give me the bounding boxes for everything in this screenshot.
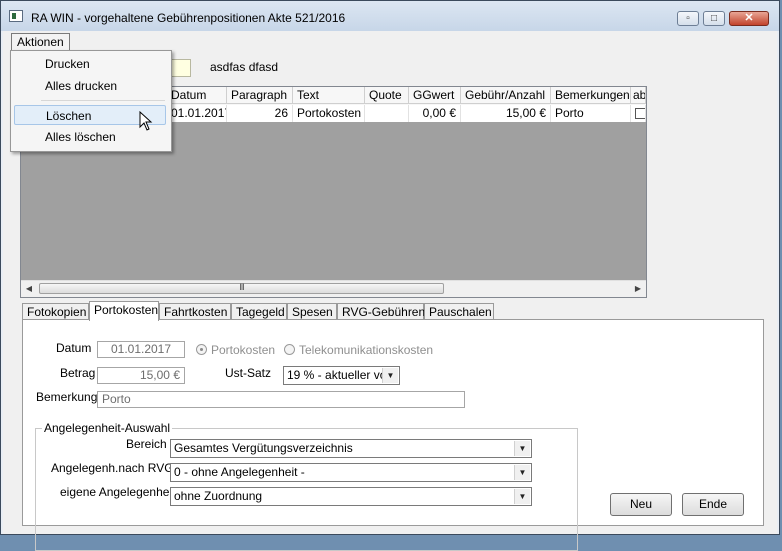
chevron-down-icon: ▼ bbox=[514, 465, 530, 480]
chevron-down-icon: ▼ bbox=[382, 368, 398, 383]
close-button[interactable]: ✕ bbox=[729, 11, 769, 26]
bereich-select[interactable]: Gesamtes Vergütungsverzeichnis ▼ bbox=[170, 439, 532, 458]
col-header-bemerkungen[interactable]: Bemerkungen bbox=[551, 87, 631, 104]
mouse-cursor-icon bbox=[139, 111, 153, 131]
chevron-down-icon: ▼ bbox=[514, 441, 530, 456]
cell-paragraph: 26 bbox=[227, 105, 293, 122]
ab-checkbox[interactable] bbox=[635, 108, 645, 119]
col-header-gebuehr[interactable]: Gebühr/Anzahl bbox=[461, 87, 551, 104]
scroll-right-icon[interactable]: ▶ bbox=[630, 281, 646, 297]
ust-satz-select[interactable]: 19 % - aktueller volle ▼ bbox=[283, 366, 400, 385]
cell-quote bbox=[365, 105, 409, 122]
scrollbar-thumb[interactable]: III bbox=[39, 282, 444, 294]
cell-gebuehr: 15,00 € bbox=[461, 105, 551, 122]
eigene-value: ohne Zuordnung bbox=[174, 489, 263, 503]
scrollbar-grip: III bbox=[239, 282, 245, 292]
menu-item-drucken[interactable]: Drucken bbox=[14, 54, 166, 74]
col-header-ggwert[interactable]: GGwert bbox=[409, 87, 461, 104]
betrag-field[interactable]: 15,00 € bbox=[97, 367, 185, 384]
cell-ab bbox=[631, 105, 646, 122]
title-bar: RA WIN - vorgehaltene Gebührenpositionen… bbox=[1, 1, 779, 31]
chevron-down-icon: ▼ bbox=[514, 489, 530, 504]
app-icon bbox=[9, 10, 23, 22]
col-header-datum[interactable]: Datum bbox=[169, 87, 227, 104]
maximize-button[interactable]: □ bbox=[703, 11, 725, 26]
rvg-label: Angelegenh.nach RVG bbox=[51, 461, 174, 475]
tab-fotokopien[interactable]: Fotokopien bbox=[22, 303, 89, 320]
menu-item-alles-drucken[interactable]: Alles drucken bbox=[14, 76, 166, 96]
radio-telekommunikation-label: Telekomunikationskosten bbox=[299, 343, 434, 357]
cell-bemerkungen: Porto bbox=[551, 105, 631, 122]
ust-satz-label: Ust-Satz bbox=[225, 366, 272, 380]
radio-telekommunikation[interactable] bbox=[284, 344, 295, 355]
tab-spesen[interactable]: Spesen bbox=[287, 303, 337, 320]
bereich-value: Gesamtes Vergütungsverzeichnis bbox=[174, 441, 353, 455]
main-window: RA WIN - vorgehaltene Gebührenpositionen… bbox=[0, 0, 780, 551]
client-area: Aktionen Drucken Alles drucken Löschen A… bbox=[3, 31, 777, 551]
horizontal-scrollbar[interactable]: ◀ III ▶ bbox=[21, 280, 646, 297]
groupbox-title: Angelegenheit-Auswahl bbox=[42, 421, 173, 435]
menu-separator bbox=[41, 100, 165, 101]
rvg-value: 0 - ohne Angelegenheit - bbox=[174, 465, 305, 479]
menu-bar: Aktionen bbox=[3, 31, 777, 51]
col-header-text[interactable]: Text bbox=[293, 87, 365, 104]
col-header-paragraph[interactable]: Paragraph bbox=[227, 87, 293, 104]
aktionen-dropdown: Drucken Alles drucken Löschen Alles lösc… bbox=[10, 50, 172, 152]
ende-button[interactable]: Ende bbox=[682, 493, 744, 516]
cell-datum: 01.01.2017 bbox=[171, 105, 227, 122]
rvg-select[interactable]: 0 - ohne Angelegenheit - ▼ bbox=[170, 463, 532, 482]
menu-aktionen[interactable]: Aktionen bbox=[11, 33, 70, 51]
tab-tagegeld[interactable]: Tagegeld bbox=[231, 303, 287, 320]
bemerkung-label: Bemerkung bbox=[36, 390, 98, 404]
datum-field[interactable]: 01.01.2017 bbox=[97, 341, 185, 358]
cell-ggwert: 0,00 € bbox=[409, 105, 461, 122]
cell-text: Portokosten bbox=[293, 105, 365, 122]
radio-portokosten[interactable] bbox=[196, 344, 207, 355]
minimize-icon: ▫ bbox=[686, 13, 690, 24]
tab-rvg-gebuehren[interactable]: RVG-Gebühren bbox=[337, 303, 425, 320]
eigene-label: eigene Angelegenheit bbox=[60, 485, 176, 499]
betrag-label: Betrag bbox=[60, 366, 96, 380]
col-header-quote[interactable]: Quote bbox=[365, 87, 409, 104]
maximize-icon: □ bbox=[710, 13, 718, 24]
col-header-ab[interactable]: ab bbox=[631, 87, 646, 104]
datum-label: Datum bbox=[56, 341, 92, 355]
bereich-label: Bereich bbox=[126, 437, 167, 451]
tab-portokosten[interactable]: Portokosten bbox=[89, 301, 159, 321]
tab-pauschalen[interactable]: Pauschalen bbox=[424, 303, 494, 320]
akte-number-field[interactable] bbox=[171, 59, 191, 77]
scroll-left-icon[interactable]: ◀ bbox=[21, 281, 37, 297]
akte-name-label: asdfas dfasd bbox=[210, 60, 279, 74]
neu-button[interactable]: Neu bbox=[610, 493, 672, 516]
close-icon: ✕ bbox=[744, 12, 754, 24]
window-title: RA WIN - vorgehaltene Gebührenpositionen… bbox=[31, 11, 346, 25]
bemerkung-field[interactable]: Porto bbox=[97, 391, 465, 408]
minimize-button[interactable]: ▫ bbox=[677, 11, 699, 26]
tab-fahrtkosten[interactable]: Fahrtkosten bbox=[159, 303, 231, 320]
radio-portokosten-label: Portokosten bbox=[211, 343, 276, 357]
eigene-select[interactable]: ohne Zuordnung ▼ bbox=[170, 487, 532, 506]
